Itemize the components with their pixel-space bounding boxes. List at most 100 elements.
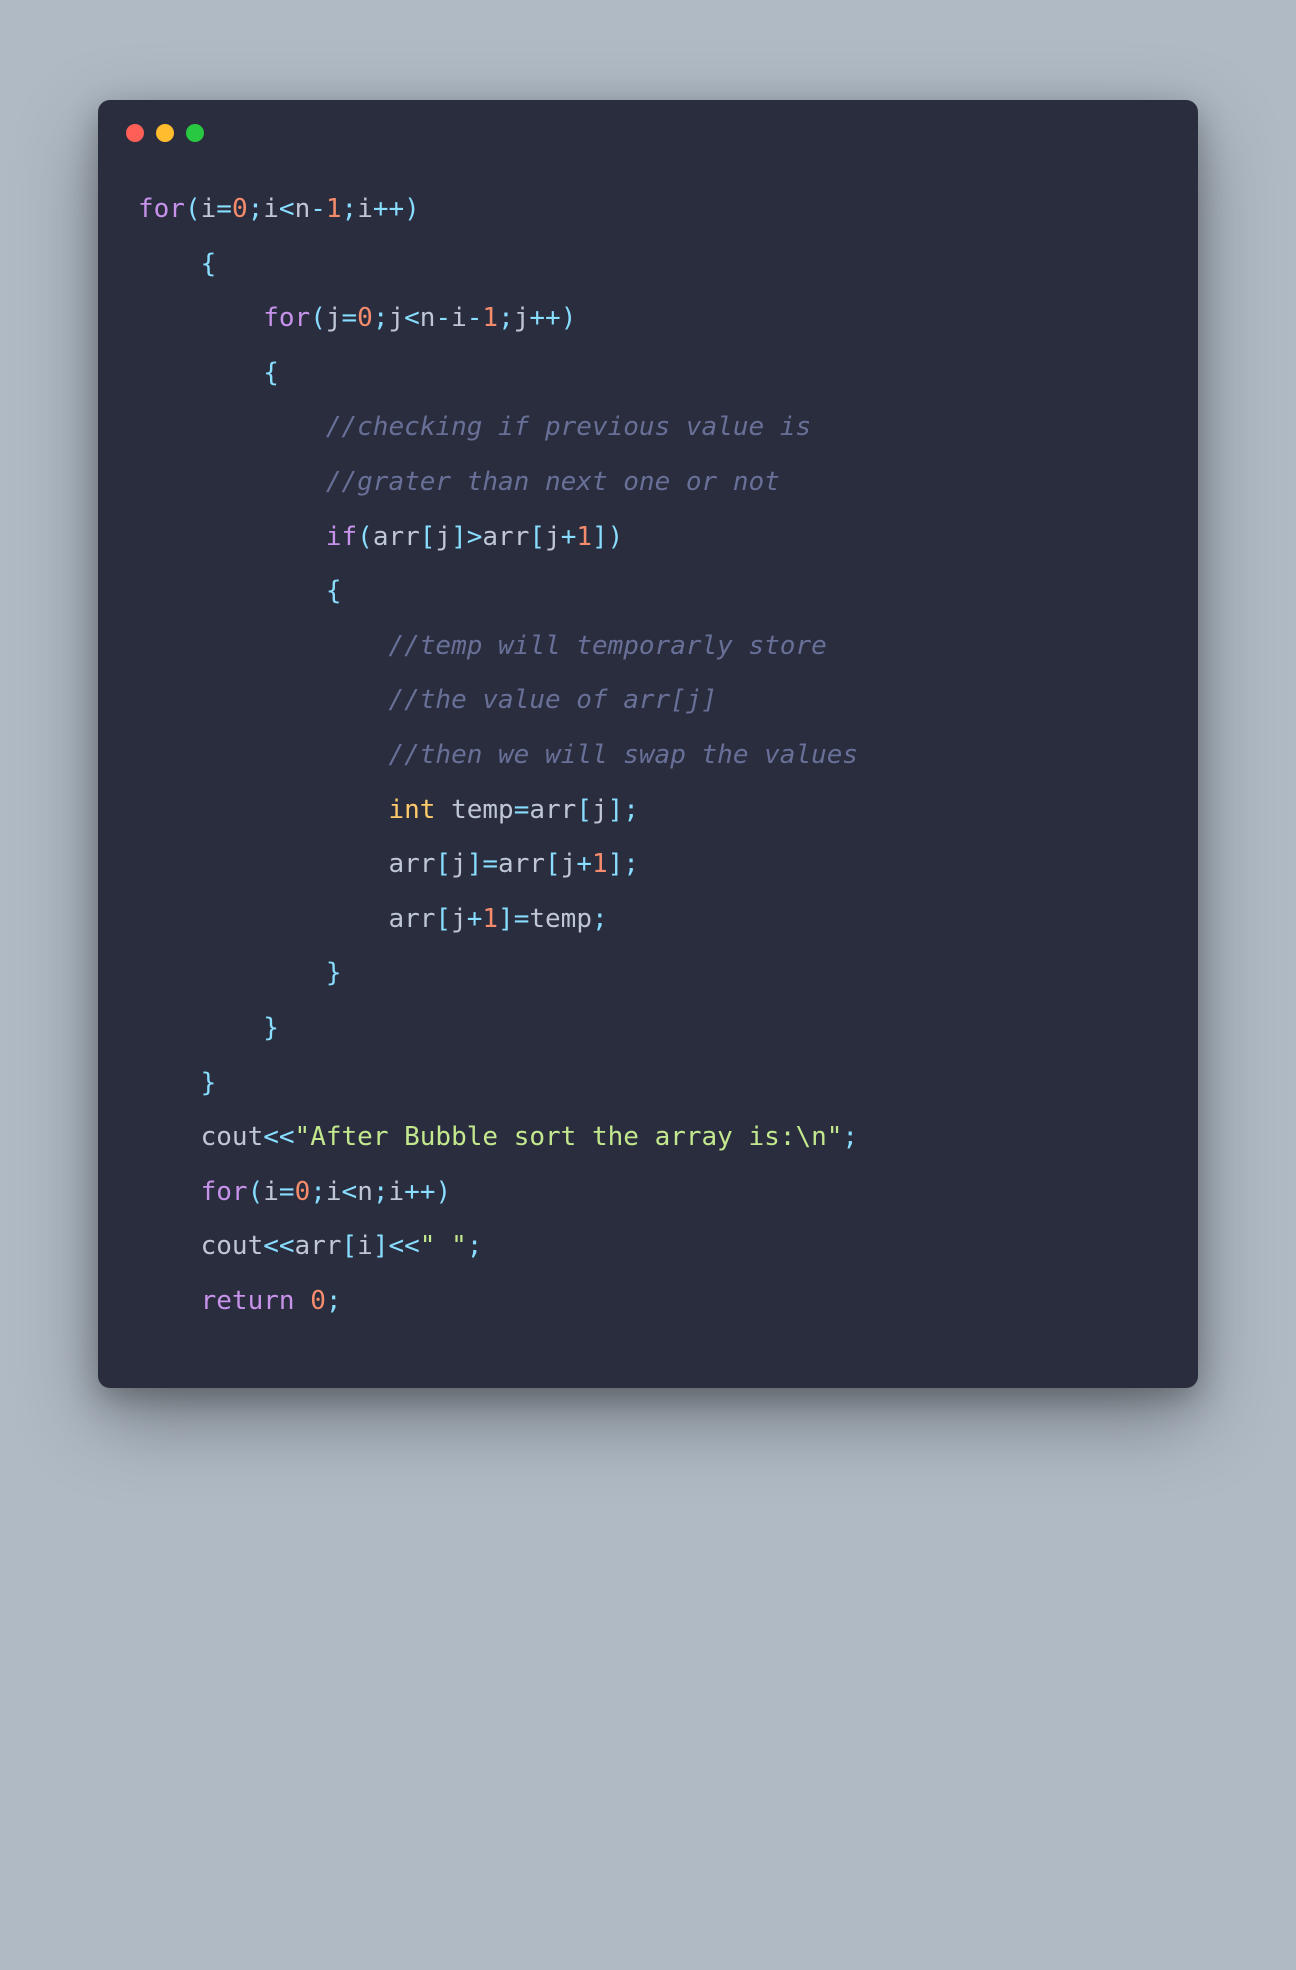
code-token: ( xyxy=(357,522,373,552)
code-token: arr xyxy=(138,904,435,934)
code-token: ] xyxy=(498,904,514,934)
code-token: i xyxy=(357,1231,373,1261)
code-token: = xyxy=(514,904,530,934)
code-token: j xyxy=(451,849,467,879)
code-token: arr xyxy=(498,849,545,879)
code-token: - xyxy=(435,303,451,333)
code-token: 0 xyxy=(232,194,248,224)
code-token: [ xyxy=(435,849,451,879)
code-token: 1 xyxy=(592,849,608,879)
code-line: } xyxy=(138,946,1158,1001)
code-token: { xyxy=(201,249,217,279)
code-token: ] xyxy=(608,795,624,825)
code-line: //the value of arr[j] xyxy=(138,673,1158,728)
code-token: << xyxy=(263,1122,294,1152)
code-token: if xyxy=(326,522,357,552)
code-token xyxy=(138,576,326,606)
code-token: { xyxy=(326,576,342,606)
code-line: //grater than next one or not xyxy=(138,455,1158,510)
code-line: { xyxy=(138,237,1158,292)
code-token: [ xyxy=(342,1231,358,1261)
code-token: j xyxy=(388,303,404,333)
code-token: j xyxy=(451,904,467,934)
code-line: arr[j+1]=temp; xyxy=(138,892,1158,947)
minimize-icon[interactable] xyxy=(156,124,174,142)
code-token: cout xyxy=(138,1122,263,1152)
code-token: //checking if previous value is xyxy=(326,412,811,442)
code-window: for(i=0;i<n-1;i++) { for(j=0;j<n-i-1;j++… xyxy=(98,100,1198,1388)
code-token xyxy=(138,303,263,333)
code-line: for(i=0;i<n;i++) xyxy=(138,1165,1158,1220)
code-token: ) xyxy=(608,522,624,552)
code-token: ] xyxy=(592,522,608,552)
code-token: temp xyxy=(529,904,592,934)
code-token: ] xyxy=(373,1231,389,1261)
code-line: //temp will temporarly store xyxy=(138,619,1158,674)
close-icon[interactable] xyxy=(126,124,144,142)
code-token: ; xyxy=(592,904,608,934)
code-line: int temp=arr[j]; xyxy=(138,783,1158,838)
code-token: //temp will temporarly store xyxy=(388,631,826,661)
code-token: ) xyxy=(404,194,420,224)
code-token: j xyxy=(545,522,561,552)
code-token: //grater than next one or not xyxy=(326,467,780,497)
code-token xyxy=(138,358,263,388)
code-token: for xyxy=(138,194,185,224)
code-token: ) xyxy=(561,303,577,333)
code-line: //then we will swap the values xyxy=(138,728,1158,783)
code-token: 1 xyxy=(482,904,498,934)
code-token xyxy=(138,1013,263,1043)
code-token: arr xyxy=(138,849,435,879)
code-token: 0 xyxy=(310,1286,326,1316)
code-token: //then we will swap the values xyxy=(388,740,858,770)
code-token: < xyxy=(279,194,295,224)
code-token: j xyxy=(592,795,608,825)
code-token: j xyxy=(435,522,451,552)
code-token: ; xyxy=(248,194,264,224)
code-token xyxy=(138,740,388,770)
code-token: temp xyxy=(435,795,513,825)
code-token: j xyxy=(514,303,530,333)
code-token: + xyxy=(576,849,592,879)
code-token: //the value of arr[j] xyxy=(388,685,717,715)
code-line: { xyxy=(138,346,1158,401)
code-token: } xyxy=(326,958,342,988)
code-token: } xyxy=(201,1068,217,1098)
code-token: = xyxy=(514,795,530,825)
code-token: [ xyxy=(420,522,436,552)
code-token: for xyxy=(201,1177,248,1207)
code-token: ++ xyxy=(529,303,560,333)
code-token xyxy=(138,958,326,988)
code-token: [ xyxy=(576,795,592,825)
code-line: { xyxy=(138,564,1158,619)
code-token: i xyxy=(263,194,279,224)
code-token: i xyxy=(357,194,373,224)
code-token: 1 xyxy=(576,522,592,552)
code-token xyxy=(138,412,326,442)
code-token: return xyxy=(201,1286,295,1316)
code-token: int xyxy=(388,795,435,825)
code-snippet: for(i=0;i<n-1;i++) { for(j=0;j<n-i-1;j++… xyxy=(98,142,1198,1328)
code-token: i xyxy=(451,303,467,333)
code-token: - xyxy=(310,194,326,224)
code-token: "After Bubble sort the array is:\n" xyxy=(295,1122,843,1152)
code-token: = xyxy=(216,194,232,224)
zoom-icon[interactable] xyxy=(186,124,204,142)
code-token: << xyxy=(263,1231,294,1261)
code-token: n xyxy=(357,1177,373,1207)
code-token: ; xyxy=(310,1177,326,1207)
code-token xyxy=(138,467,326,497)
code-token: arr xyxy=(529,795,576,825)
code-token: ( xyxy=(185,194,201,224)
code-token: [ xyxy=(545,849,561,879)
code-token: cout xyxy=(138,1231,263,1261)
code-token: = xyxy=(482,849,498,879)
code-token: j xyxy=(561,849,577,879)
code-token: + xyxy=(561,522,577,552)
code-token: i xyxy=(389,1177,405,1207)
code-token: [ xyxy=(435,904,451,934)
code-token: ) xyxy=(435,1177,451,1207)
code-token: = xyxy=(342,303,358,333)
code-token: > xyxy=(467,522,483,552)
code-token: j xyxy=(326,303,342,333)
